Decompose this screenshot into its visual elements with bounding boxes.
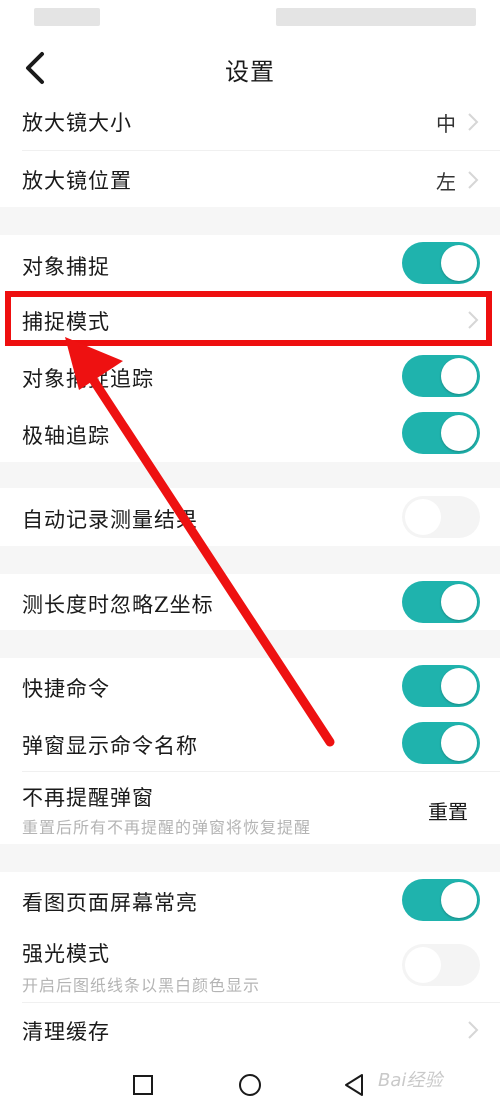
setting-label: 放大镜位置 xyxy=(22,169,132,193)
toggle-knob xyxy=(441,415,477,451)
toggle-knob xyxy=(405,499,441,535)
setting-label: 弹窗显示命令名称 xyxy=(22,734,198,758)
toggle-knob xyxy=(441,725,477,761)
setting-magnifier-size[interactable]: 放大镜大小 中 xyxy=(0,94,500,150)
reset-button[interactable]: 重置 xyxy=(428,796,468,825)
setting-polar-tracking: 极轴追踪 xyxy=(0,405,500,461)
popup-command-name-toggle[interactable] xyxy=(402,722,480,764)
setting-value: 左 xyxy=(436,170,456,194)
chevron-right-icon xyxy=(468,171,479,189)
object-snap-tracking-toggle[interactable] xyxy=(402,355,480,397)
object-snap-toggle[interactable] xyxy=(402,242,480,284)
shortcut-command-toggle[interactable] xyxy=(402,665,480,707)
status-bar-right-blur xyxy=(276,8,476,26)
home-circle-icon[interactable] xyxy=(235,1070,265,1100)
setting-label: 看图页面屏幕常亮 xyxy=(22,891,198,915)
setting-ignore-z: 测长度时忽略Z坐标 xyxy=(0,574,500,630)
setting-label: 捕捉模式 xyxy=(22,310,110,334)
setting-label: 快捷命令 xyxy=(22,677,110,701)
setting-label: 不再提醒弹窗 xyxy=(22,786,154,810)
toggle-knob xyxy=(441,668,477,704)
setting-label: 放大镜大小 xyxy=(22,111,132,135)
toggle-knob xyxy=(441,358,477,394)
section-gap xyxy=(0,844,500,872)
setting-label: 清理缓存 xyxy=(22,1020,110,1044)
setting-snap-mode[interactable]: 捕捉模式 xyxy=(0,294,500,346)
section-gap xyxy=(0,207,500,235)
status-bar-left-blur xyxy=(34,8,100,26)
strong-light-mode-toggle[interactable] xyxy=(402,944,480,986)
setting-object-snap: 对象捕捉 xyxy=(0,235,500,293)
section-gap xyxy=(0,462,500,488)
section-gap xyxy=(0,630,500,658)
watermark: Bai经验 xyxy=(378,1070,443,1091)
setting-magnifier-position[interactable]: 放大镜位置 左 xyxy=(0,151,500,207)
setting-description: 重置后所有不再提醒的弹窗将恢复提醒 xyxy=(22,818,312,837)
nav-bar: 设置 xyxy=(0,36,500,100)
setting-label: 对象捕捉 xyxy=(22,255,110,279)
polar-tracking-toggle[interactable] xyxy=(402,412,480,454)
toggle-knob xyxy=(441,882,477,918)
setting-clear-cache[interactable]: 清理缓存 xyxy=(0,1003,500,1057)
chevron-right-icon xyxy=(468,1021,479,1039)
setting-label: 自动记录测量结果 xyxy=(22,508,198,532)
screen-always-on-toggle[interactable] xyxy=(402,879,480,921)
chevron-right-icon xyxy=(468,113,479,131)
back-triangle-icon[interactable] xyxy=(340,1070,370,1100)
setting-value: 中 xyxy=(436,112,456,136)
auto-record-measure-toggle[interactable] xyxy=(402,496,480,538)
recent-apps-square-icon[interactable] xyxy=(128,1070,158,1100)
toggle-knob xyxy=(441,245,477,281)
setting-label: 极轴追踪 xyxy=(22,424,110,448)
status-bar xyxy=(0,0,500,34)
toggle-knob xyxy=(441,584,477,620)
page-title: 设置 xyxy=(225,58,275,86)
setting-label: 对象捕捉追踪 xyxy=(22,367,154,391)
setting-object-snap-tracking: 对象捕捉追踪 xyxy=(0,348,500,404)
setting-description: 开启后图纸线条以黑白颜色显示 xyxy=(22,976,261,995)
setting-label: 强光模式 xyxy=(22,942,110,966)
section-gap xyxy=(0,546,500,574)
setting-strong-light-mode: 强光模式 开启后图纸线条以黑白颜色显示 xyxy=(0,930,500,1002)
setting-shortcut-command: 快捷命令 xyxy=(0,658,500,714)
setting-screen-always-on: 看图页面屏幕常亮 xyxy=(0,872,500,928)
chevron-right-icon xyxy=(468,311,479,329)
setting-popup-command-name: 弹窗显示命令名称 xyxy=(0,715,500,771)
toggle-knob xyxy=(405,947,441,983)
setting-auto-record-measure: 自动记录测量结果 xyxy=(0,489,500,545)
setting-no-reminder-popup: 不再提醒弹窗 重置后所有不再提醒的弹窗将恢复提醒 重置 xyxy=(0,772,500,844)
ignore-z-toggle[interactable] xyxy=(402,581,480,623)
setting-label: 测长度时忽略Z坐标 xyxy=(22,593,214,617)
